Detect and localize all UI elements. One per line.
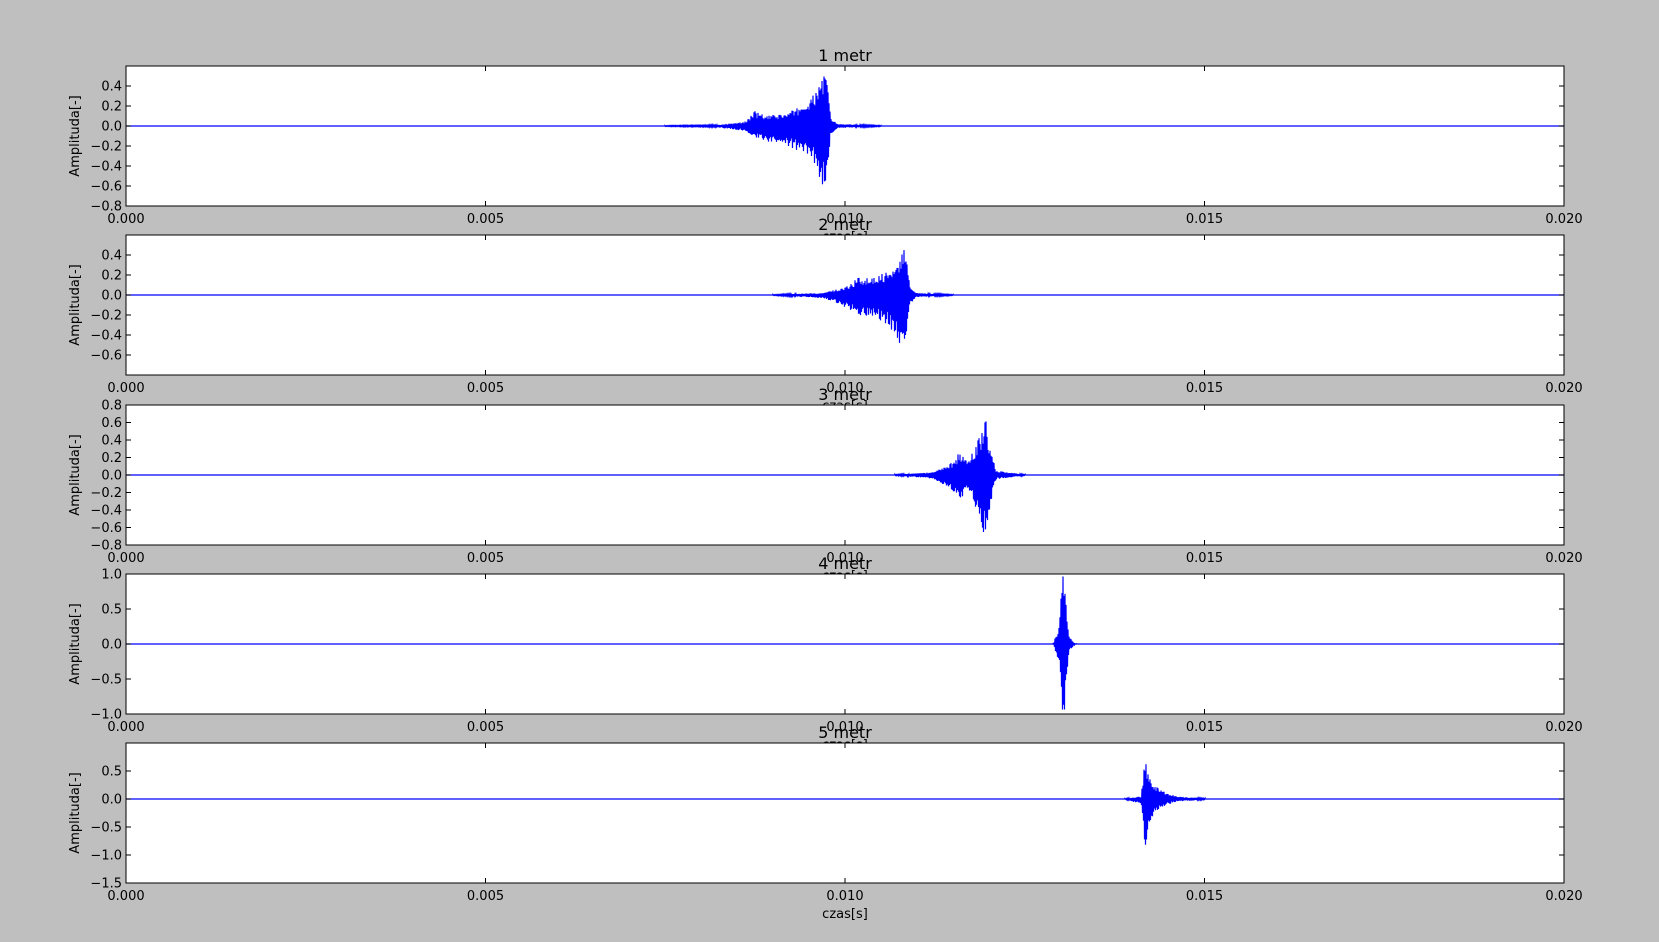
y-tick-label: 0.4 <box>101 80 122 95</box>
y-tick-label: 0.6 <box>101 416 122 431</box>
y-tick-label: −0.8 <box>90 539 122 554</box>
x-tick-label: 0.005 <box>467 551 504 566</box>
subplot-title: 1 metr <box>818 46 872 65</box>
y-tick-label: 0.0 <box>101 120 122 135</box>
subplots: 0.000 0.005 0.010 0.015 0.020 0.4 0.2 0.0 −0.2 −0… <box>68 46 1583 922</box>
x-tick-label: 0.015 <box>1186 381 1223 396</box>
x-tick-label: 0.015 <box>1186 889 1223 904</box>
x-tick-label: 0.015 <box>1186 551 1223 566</box>
x-tick-label: 0.015 <box>1186 720 1223 735</box>
y-tick-label: −0.6 <box>90 180 122 195</box>
x-tick-label: 0.020 <box>1545 551 1582 566</box>
y-tick-label: −0.2 <box>90 486 122 501</box>
y-tick-label: 0.5 <box>101 765 122 780</box>
y-axis-label: Amplituda[-] <box>68 772 83 853</box>
x-tick-label: 0.005 <box>467 720 504 735</box>
plot-area <box>126 66 1564 206</box>
y-tick-label: −1.0 <box>90 708 122 723</box>
subplot-title: 5 metr <box>818 723 872 742</box>
subplot-title: 3 metr <box>818 385 872 404</box>
plot-area <box>126 743 1564 883</box>
y-tick-label: 1.0 <box>101 568 122 583</box>
y-tick-label: 0.0 <box>101 638 122 653</box>
y-tick-label: −0.4 <box>90 504 122 519</box>
y-tick-label: −0.4 <box>90 160 122 175</box>
y-tick-label: 0.5 <box>101 603 122 618</box>
x-tick-label: 0.005 <box>467 381 504 396</box>
y-tick-label: −0.5 <box>90 673 122 688</box>
x-axis-label: czas[s] <box>822 907 868 922</box>
y-tick-label: 0.4 <box>101 434 122 449</box>
y-tick-label: 0.0 <box>101 469 122 484</box>
y-tick-label: −1.5 <box>90 877 122 892</box>
x-tick-label: 0.015 <box>1186 212 1223 227</box>
y-tick-label: −0.6 <box>90 521 122 536</box>
x-tick-label: 0.005 <box>467 889 504 904</box>
x-tick-label: 0.020 <box>1545 381 1582 396</box>
y-tick-label: −0.8 <box>90 200 122 215</box>
subplot-title: 4 metr <box>818 554 872 573</box>
y-axis-label: Amplituda[-] <box>68 434 83 515</box>
y-tick-label: −0.4 <box>90 329 122 344</box>
x-tick-label: 0.020 <box>1545 720 1582 735</box>
x-tick-label: 0.020 <box>1545 889 1582 904</box>
y-tick-label: 0.2 <box>101 100 122 115</box>
y-tick-label: 0.2 <box>101 269 122 284</box>
y-tick-label: 0.4 <box>101 249 122 264</box>
y-tick-label: 0.0 <box>101 289 122 304</box>
x-tick-label: 0.010 <box>826 889 863 904</box>
y-tick-label: −0.6 <box>90 349 122 364</box>
x-tick-label: 0.020 <box>1545 212 1582 227</box>
subplot-title: 2 metr <box>818 215 872 234</box>
y-tick-label: 0.8 <box>101 399 122 414</box>
y-tick-label: −0.5 <box>90 821 122 836</box>
y-tick-label: −1.0 <box>90 849 122 864</box>
y-axis-label: Amplituda[-] <box>68 603 83 684</box>
y-tick-label: −0.2 <box>90 140 122 155</box>
y-axis-label: Amplituda[-] <box>68 95 83 176</box>
figure: 0.000 0.005 0.010 0.015 0.020 0.4 0.2 0.0 −0.2 −0… <box>0 0 1659 942</box>
y-tick-label: 0.0 <box>101 793 122 808</box>
y-tick-label: −0.2 <box>90 309 122 324</box>
y-tick-label: 0.2 <box>101 451 122 466</box>
x-tick-label: 0.000 <box>107 381 144 396</box>
y-axis-label: Amplituda[-] <box>68 264 83 345</box>
x-tick-label: 0.005 <box>467 212 504 227</box>
